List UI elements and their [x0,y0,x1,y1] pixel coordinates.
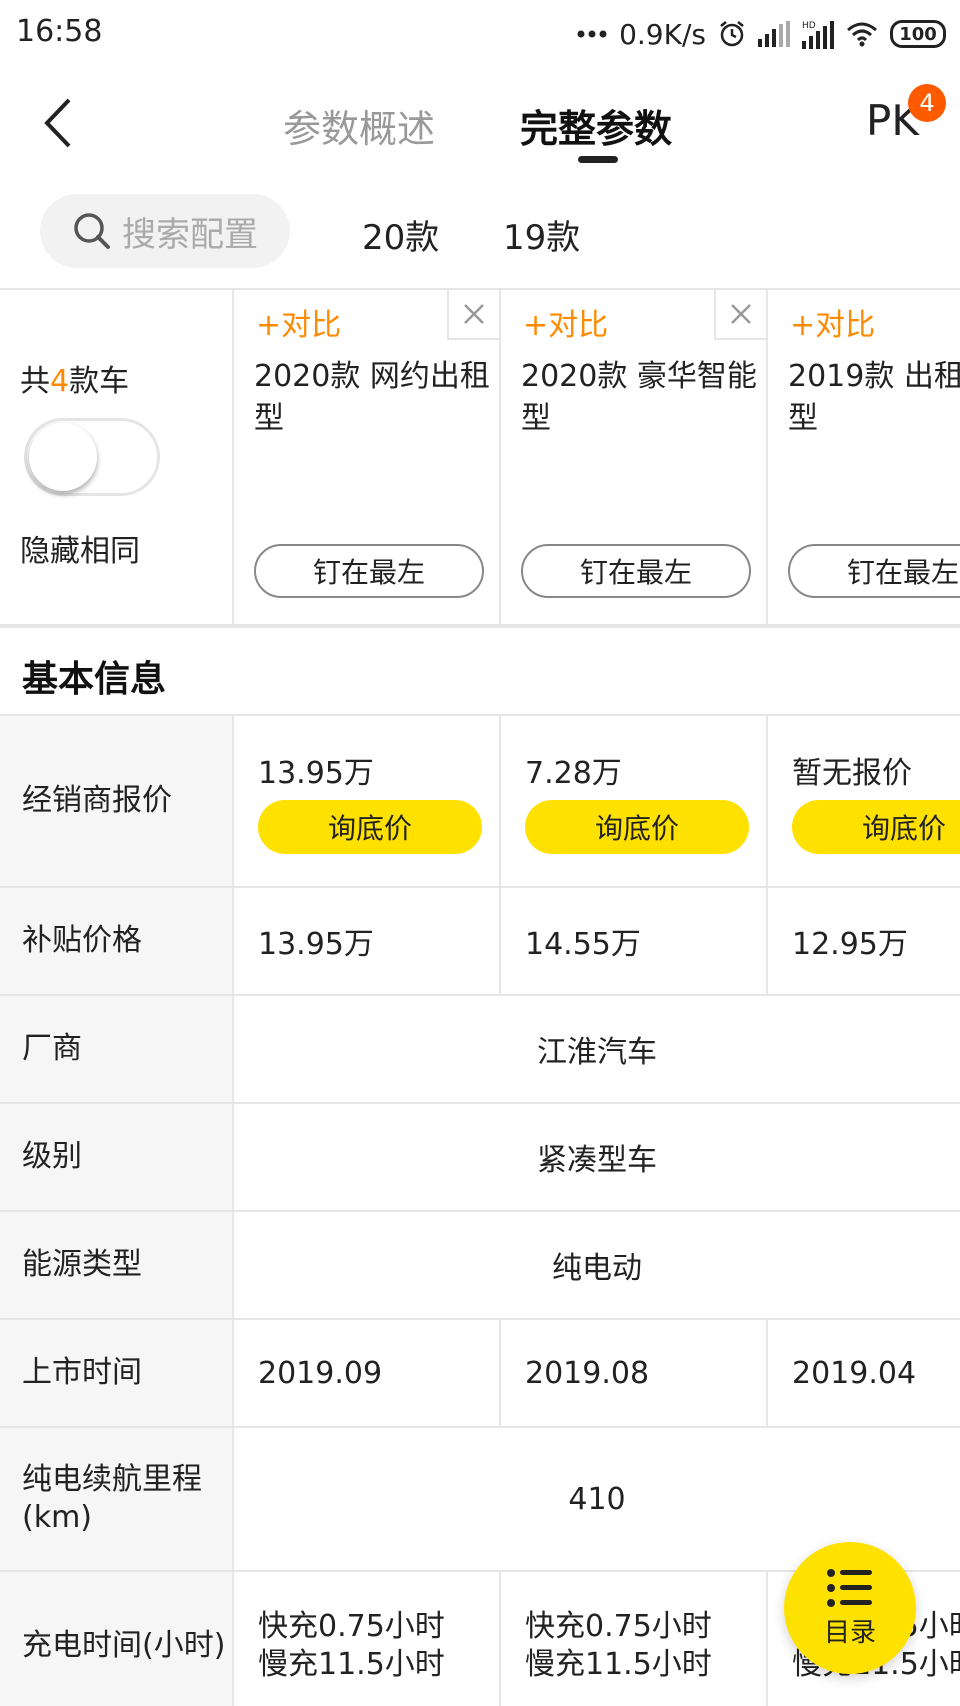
tab-full-params[interactable]: 完整参数 [520,98,672,153]
table-cell: 2019.04 [792,1355,917,1391]
car-name: 2020款 豪华智能型 [521,359,757,436]
add-compare-button[interactable]: +对比 [523,300,608,344]
net-speed: 0.9K/s [619,17,706,51]
car-count-number: 4 [50,364,70,399]
row-label: 充电时间(小时) [0,1572,234,1706]
close-icon [464,304,484,324]
svg-text:HD: HD [802,21,816,31]
battery-icon: 100 [890,20,946,48]
table-row: 纯电续航里程(km) 410 [0,1426,960,1570]
hide-same-label: 隐藏相同 [20,534,140,569]
fast-charge: 快充0.75小时 [258,1609,445,1644]
car-column: +对比 2020款 豪华智能型 钉在最左 [501,290,768,624]
table-cell-merged: 江淮汽车 [537,1035,657,1070]
ask-price-button[interactable]: 询底价 [792,800,960,854]
pin-left-button[interactable]: 钉在最左 [788,544,960,598]
toggle-knob [29,423,97,491]
car-count-suffix: 款车 [69,364,130,399]
table-cell: 2019.08 [501,1320,768,1426]
car-header: 共4款车 隐藏相同 +对比 2020款 网约出租型 钉在最左 +对比 2020款… [0,288,960,628]
table-cell-merged: 纯电动 [552,1251,642,1286]
status-time: 16:58 [16,14,103,49]
car-count-prefix: 共 [20,364,50,399]
pin-left-button[interactable]: 钉在最左 [254,544,484,598]
table-row: 能源类型 纯电动 [0,1210,960,1318]
status-icons: 0.9K/s HD 100 [577,14,946,54]
add-compare-button[interactable]: +对比 [256,300,341,344]
search-placeholder: 搜索配置 [122,214,258,255]
slow-charge: 慢充11.5小时 [525,1647,712,1682]
table-cell-merged: 紧凑型车 [537,1143,657,1178]
ask-price-button[interactable]: 询底价 [258,800,482,854]
close-icon [731,304,751,324]
remove-car-button[interactable] [447,290,499,340]
table-cell: 快充0.75小时 慢充11.5小时 [501,1572,768,1706]
catalog-label: 目录 [823,1617,876,1648]
table-row: 经销商报价 13.95万 询底价 7.28万 询底价 暂无报价 询底价 [0,714,960,886]
row-label: 上市时间 [0,1320,234,1426]
list-icon [827,1568,872,1607]
table-row: 上市时间 2019.09 2019.08 2019.04 [0,1318,960,1426]
back-arrow-icon [44,98,71,148]
price-value: 7.28万 [525,756,622,791]
tab-overview[interactable]: 参数概述 [283,98,435,153]
price-cell: 7.28万 询底价 [501,716,768,886]
table-row: 厂商 江淮汽车 [0,994,960,1102]
row-label: 纯电续航里程(km) [0,1428,234,1570]
car-name: 2020款 网约出租型 [254,359,490,436]
table-cell: 2019.09 [234,1320,501,1426]
price-cell: 13.95万 询底价 [234,716,501,886]
pin-left-button[interactable]: 钉在最左 [521,544,751,598]
section-title: 基本信息 [22,659,167,700]
signal-hd-icon: HD [802,21,834,49]
catalog-button[interactable]: 目录 [784,1542,916,1674]
hide-same-toggle[interactable] [24,418,160,496]
search-row: 搜索配置 20款 19款 [0,180,960,288]
fast-charge: 快充0.75小时 [525,1609,712,1644]
row-label: 级别 [0,1104,234,1210]
price-cell: 暂无报价 询底价 [768,716,960,886]
price-value: 暂无报价 [792,756,912,791]
more-dots-icon [577,30,607,38]
car-column: +对比 2019款 出租网约型 钉在最左 [768,290,960,624]
search-input[interactable]: 搜索配置 [40,194,290,268]
alarm-icon [720,21,744,47]
ask-price-button[interactable]: 询底价 [525,800,749,854]
add-compare-button[interactable]: +对比 [790,300,875,344]
table-cell: 快充0.75小时 慢充11.5小时 [234,1572,501,1706]
table-row: 级别 紧凑型车 [0,1102,960,1210]
remove-car-button[interactable] [714,290,766,340]
row-label: 厂商 [0,996,234,1102]
search-icon [74,213,110,249]
year-filter-19[interactable]: 19款 [503,210,580,259]
table-cell: 12.95万 [792,927,908,962]
status-bar: 16:58 0.9K/s HD 100 [0,0,960,68]
pk-count-badge: 4 [908,84,946,122]
active-tab-indicator [578,156,618,163]
slow-charge: 慢充11.5小时 [258,1647,445,1682]
top-nav: 参数概述 完整参数 PK 4 [0,68,960,180]
table-cell: 13.95万 [234,888,501,994]
car-count: 共4款车 [20,356,129,400]
signal-icon [758,21,790,47]
battery-level: 100 [899,23,937,45]
year-filter-20[interactable]: 20款 [362,210,439,259]
car-name: 2019款 出租网约型 [788,359,960,436]
price-value: 13.95万 [258,756,374,791]
row-label: 经销商报价 [0,716,234,886]
row-label: 补贴价格 [0,888,234,994]
wifi-icon [847,22,877,47]
car-column: +对比 2020款 网约出租型 钉在最左 [234,290,501,624]
table-cell: 14.55万 [501,888,768,994]
row-label: 能源类型 [0,1212,234,1318]
table-row: 补贴价格 13.95万 14.55万 12.95万 [0,886,960,994]
car-header-left: 共4款车 隐藏相同 [0,290,234,624]
back-button[interactable] [30,88,86,158]
